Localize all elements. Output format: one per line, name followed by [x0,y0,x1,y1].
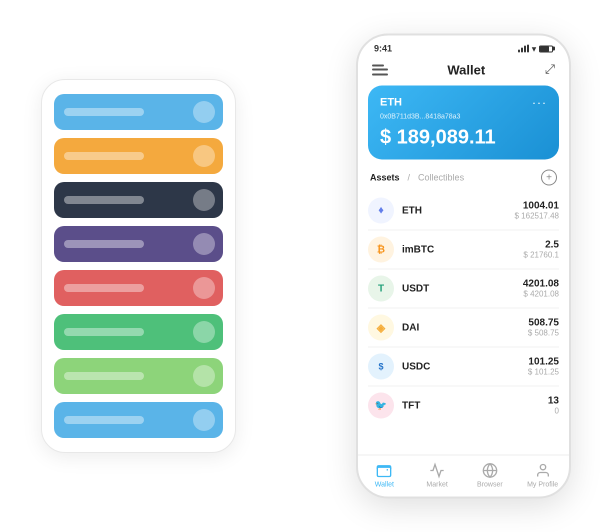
usdc-amount: 101.25 [528,357,559,368]
token-name-usdt: USDT [402,283,523,294]
token-item-tft[interactable]: 🐦 TFT 13 0 [368,387,559,425]
app-header: Wallet ⤢ [358,58,569,86]
assets-divider: / [408,173,411,183]
token-values-tft: 13 0 [548,396,559,416]
scene: 9:41 ▾ Wallet ⤢ [11,11,591,521]
token-item-dai[interactable]: ◈ DAI 508.75 $ 508.75 [368,309,559,348]
eth-card-header: ETH ··· [380,96,547,110]
wallet-nav-icon [375,462,393,480]
token-name-dai: DAI [402,322,528,333]
dai-usd: $ 508.75 [528,329,559,338]
token-item-eth[interactable]: ♦ ETH 1004.01 $ 162517.48 [368,192,559,231]
imbtc-usd: $ 21760.1 [523,251,559,260]
token-name-imbtc: imBTC [402,244,523,255]
status-icons: ▾ [518,44,553,53]
stack-card-5 [54,270,223,306]
stack-card-7 [54,358,223,394]
assets-tabs: Assets / Collectibles [370,173,464,183]
card-stack [41,79,236,453]
token-values-imbtc: 2.5 $ 21760.1 [523,240,559,260]
token-values-eth: 1004.01 $ 162517.48 [515,201,560,221]
imbtc-amount: 2.5 [523,240,559,251]
usdc-logo: $ [368,354,394,380]
token-item-imbtc[interactable]: ₿ imBTC 2.5 $ 21760.1 [368,231,559,270]
stack-card-1 [54,94,223,130]
usdt-usd: $ 4201.08 [523,290,559,299]
battery-icon [539,45,553,52]
menu-icon[interactable] [372,64,388,75]
bottom-nav: Wallet Market Browser [358,455,569,497]
status-bar: 9:41 ▾ [358,36,569,58]
nav-item-profile[interactable]: My Profile [516,462,569,489]
token-values-usdt: 4201.08 $ 4201.08 [523,279,559,299]
eth-usd: $ 162517.48 [515,212,560,221]
market-nav-icon [428,462,446,480]
eth-amount: 1004.01 [515,201,560,212]
stack-card-8 [54,402,223,438]
dai-amount: 508.75 [528,318,559,329]
assets-tab-active[interactable]: Assets [370,173,400,183]
usdt-logo: T [368,276,394,302]
token-name-eth: ETH [402,205,515,216]
signal-icon [518,45,529,53]
token-name-tft: TFT [402,400,548,411]
eth-logo: ♦ [368,198,394,224]
stack-card-3 [54,182,223,218]
usdt-amount: 4201.08 [523,279,559,290]
token-item-usdt[interactable]: T USDT 4201.08 $ 4201.08 [368,270,559,309]
market-nav-label: Market [426,482,447,489]
token-list: ♦ ETH 1004.01 $ 162517.48 ₿ imBTC 2.5 $ … [358,192,569,455]
eth-balance: $ 189,089.11 [380,127,547,150]
nav-item-wallet[interactable]: Wallet [358,462,411,489]
token-values-usdc: 101.25 $ 101.25 [528,357,559,377]
eth-card[interactable]: ETH ··· 0x0B711d3B...8418a78a3 $ 189,089… [368,86,559,160]
assets-header: Assets / Collectibles + [358,168,569,192]
wifi-icon: ▾ [532,44,536,53]
phone-mockup: 9:41 ▾ Wallet ⤢ [356,34,571,499]
expand-icon[interactable]: ⤢ [545,62,555,78]
tft-usd: 0 [548,407,559,416]
imbtc-logo: ₿ [368,237,394,263]
profile-nav-label: My Profile [527,482,558,489]
stack-card-2 [54,138,223,174]
token-values-dai: 508.75 $ 508.75 [528,318,559,338]
token-name-usdc: USDC [402,361,528,372]
nav-item-market[interactable]: Market [411,462,464,489]
tft-amount: 13 [548,396,559,407]
profile-nav-icon [534,462,552,480]
token-item-usdc[interactable]: $ USDC 101.25 $ 101.25 [368,348,559,387]
stack-card-6 [54,314,223,350]
eth-balance-value: $ 189,089.11 [380,127,496,149]
eth-address: 0x0B711d3B...8418a78a3 [380,114,547,121]
wallet-nav-label: Wallet [375,482,394,489]
add-token-button[interactable]: + [541,170,557,186]
dai-logo: ◈ [368,315,394,341]
nav-item-browser[interactable]: Browser [464,462,517,489]
stack-card-4 [54,226,223,262]
eth-label: ETH [380,97,402,109]
browser-nav-icon [481,462,499,480]
eth-menu-icon[interactable]: ··· [532,96,547,110]
browser-nav-label: Browser [477,482,503,489]
tft-logo: 🐦 [368,393,394,419]
usdc-usd: $ 101.25 [528,368,559,377]
assets-tab-collectibles[interactable]: Collectibles [418,173,464,183]
header-title: Wallet [447,62,485,77]
status-time: 9:41 [374,44,392,54]
